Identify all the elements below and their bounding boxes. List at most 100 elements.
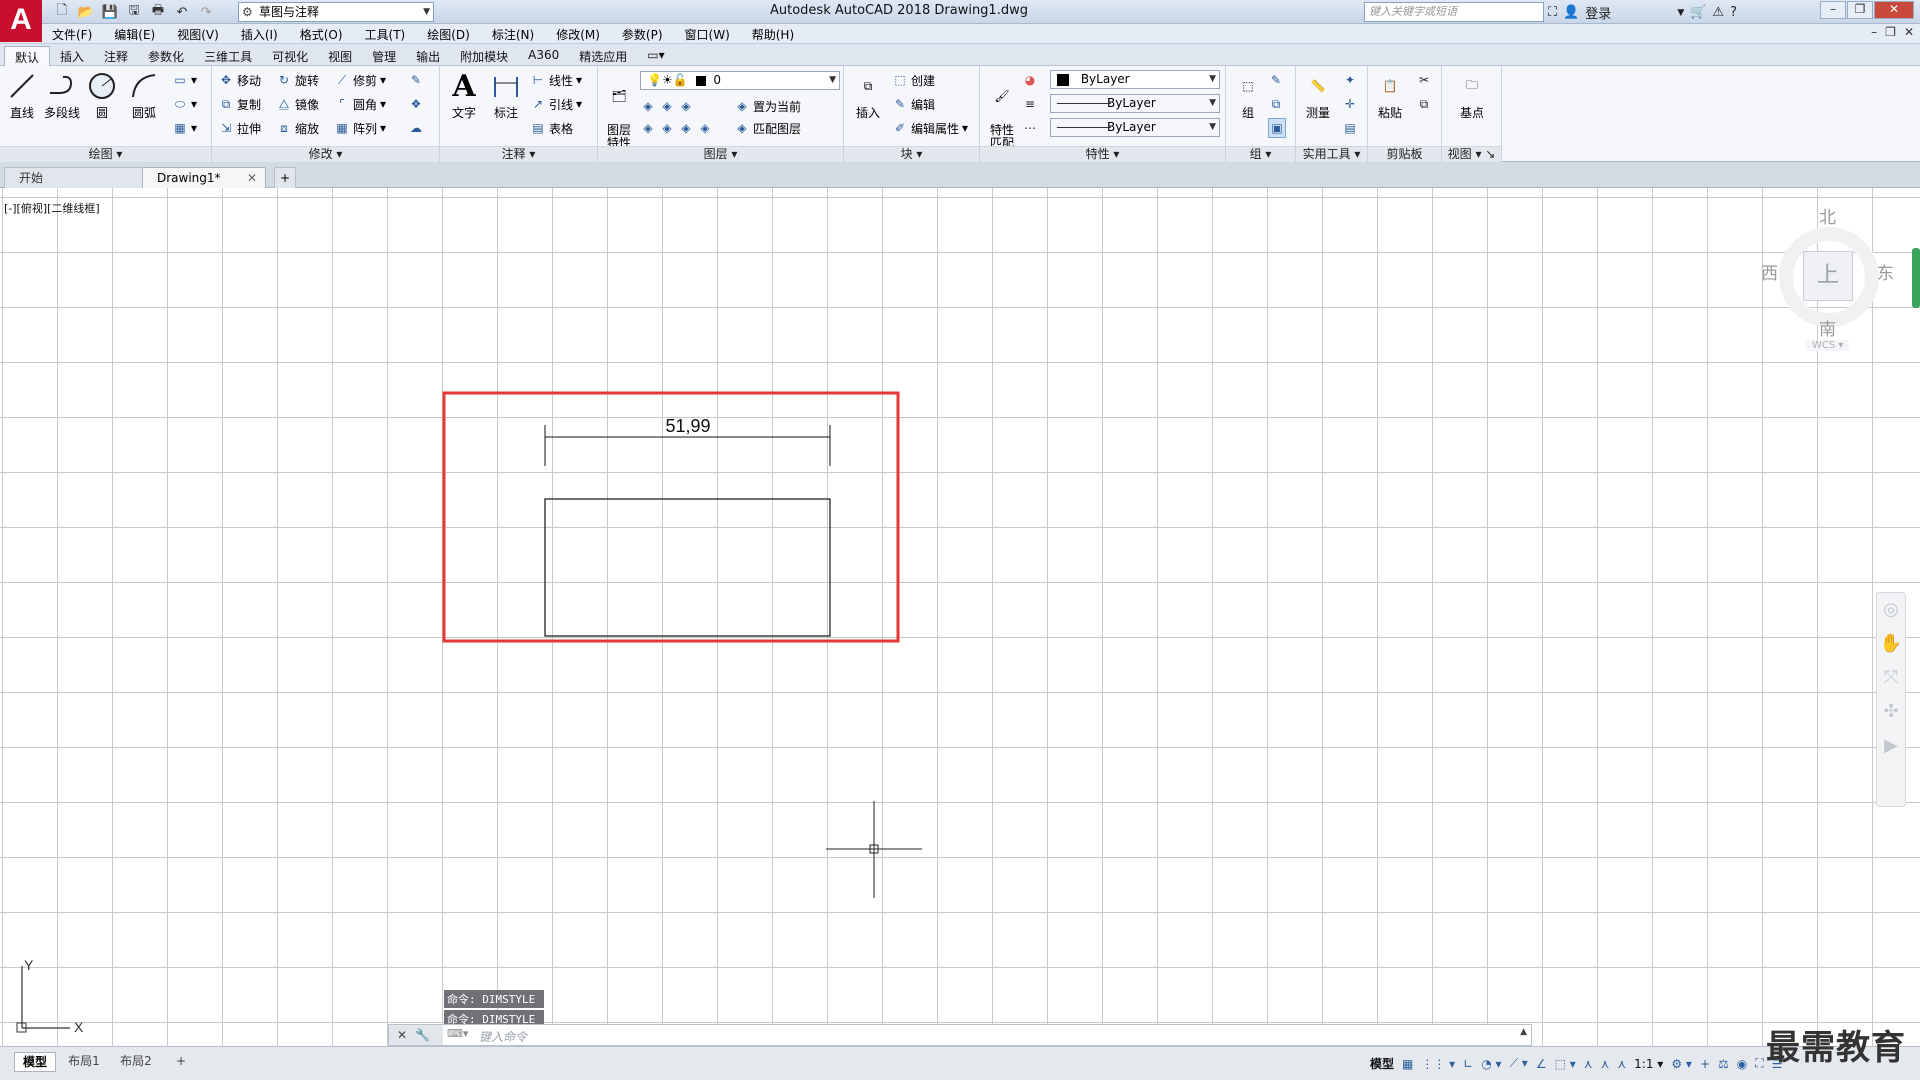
- tab-output[interactable]: 输出: [406, 46, 450, 66]
- close-button[interactable]: ✕: [1874, 1, 1914, 19]
- color-wheel-icon[interactable]: ◕: [1022, 70, 1038, 90]
- modify-panel-title[interactable]: 修改 ▾: [212, 146, 439, 162]
- dimension-button[interactable]: 标注: [486, 70, 526, 121]
- tab-addins[interactable]: 附加模块: [450, 46, 518, 66]
- customize-wrench-icon[interactable]: 🔧: [415, 1028, 430, 1042]
- tab-start[interactable]: 开始: [4, 167, 144, 188]
- snap-icon[interactable]: ⋮⋮ ▾: [1421, 1057, 1455, 1071]
- polar-icon[interactable]: ◔ ▾: [1481, 1057, 1501, 1071]
- cart-icon[interactable]: 🛒: [1690, 5, 1706, 20]
- ortho-icon[interactable]: ∟: [1463, 1057, 1473, 1071]
- doc-minimize-button[interactable]: –: [1871, 25, 1877, 39]
- tab-3d-tools[interactable]: 三维工具: [194, 46, 262, 66]
- tab-manage[interactable]: 管理: [362, 46, 406, 66]
- viewcube-top-face[interactable]: 上: [1803, 251, 1853, 301]
- object-track-icon[interactable]: ∠: [1536, 1057, 1547, 1071]
- tab-model[interactable]: 模型: [14, 1052, 56, 1072]
- doc-close-button[interactable]: ✕: [1904, 25, 1914, 39]
- linetype-select[interactable]: ByLayer ▼: [1050, 94, 1220, 113]
- units-icon[interactable]: ⚖: [1718, 1057, 1729, 1071]
- point-button[interactable]: ✛: [1342, 94, 1358, 114]
- linear-dim-button[interactable]: ⊢ 线性 ▾: [530, 70, 582, 90]
- osnap-icon[interactable]: ⬚ ▾: [1555, 1057, 1576, 1071]
- layer-tools-row1[interactable]: ◈ ◈ ◈: [640, 96, 694, 116]
- ellipse-button[interactable]: ⬭ ▾: [172, 94, 197, 114]
- calculator-button[interactable]: ▤: [1342, 118, 1358, 138]
- menu-tools[interactable]: 工具(T): [365, 26, 406, 43]
- group-select-button[interactable]: ▣: [1268, 118, 1286, 138]
- block-panel-title[interactable]: 块 ▾: [844, 146, 979, 162]
- menu-format[interactable]: 格式(O): [300, 26, 343, 43]
- tab-featured-apps[interactable]: 精选应用: [569, 46, 637, 66]
- rotate-button[interactable]: ↻ 旋转: [276, 70, 319, 90]
- scale-button[interactable]: ⧈ 缩放: [276, 118, 319, 138]
- layer-select[interactable]: 💡☀🔓 0 ▼: [640, 71, 840, 90]
- view-panel-title[interactable]: 视图 ▾ ↘: [1442, 146, 1501, 162]
- hardware-accel-icon[interactable]: ◉: [1737, 1057, 1747, 1071]
- clean-screen-icon[interactable]: ⛶: [1755, 1056, 1763, 1071]
- menu-insert[interactable]: 插入(I): [241, 26, 278, 43]
- orbit-icon[interactable]: ✣: [1877, 695, 1905, 729]
- menu-parametric[interactable]: 参数(P): [622, 26, 663, 43]
- redo-icon[interactable]: ↷: [196, 3, 216, 21]
- compass-east[interactable]: 东: [1877, 259, 1894, 284]
- compass-west[interactable]: 西: [1761, 259, 1778, 284]
- a360-icon[interactable]: ⚠: [1712, 5, 1724, 20]
- stretch-button[interactable]: ⇲ 拉伸: [218, 118, 261, 138]
- menu-view[interactable]: 视图(V): [177, 26, 219, 43]
- user-icon[interactable]: 👤: [1563, 5, 1579, 20]
- minimize-button[interactable]: –: [1820, 1, 1846, 19]
- app-logo-button[interactable]: A: [0, 0, 42, 42]
- viewcube[interactable]: 北 南 东 西 上 WCS ▾: [1755, 203, 1895, 403]
- create-block-button[interactable]: ⬚ 创建: [892, 70, 935, 90]
- compass-north[interactable]: 北: [1819, 203, 1836, 228]
- chevron-up-icon[interactable]: ▲: [1520, 1027, 1527, 1037]
- groups-panel-title[interactable]: 组 ▾: [1226, 146, 1295, 162]
- ribbon-toggle-icon[interactable]: ▭▾: [637, 46, 674, 66]
- menu-modify[interactable]: 修改(M): [556, 26, 600, 43]
- annotation-scale-icon[interactable]: ⋏: [1617, 1057, 1626, 1071]
- menu-help[interactable]: 帮助(H): [752, 26, 794, 43]
- draw-panel-title[interactable]: 绘图 ▾: [0, 146, 211, 162]
- showmotion-icon[interactable]: ▶: [1877, 729, 1905, 763]
- chevron-down-icon[interactable]: ▼: [1677, 8, 1684, 18]
- grid-icon[interactable]: ▦: [1402, 1057, 1413, 1071]
- linetype-icon[interactable]: ⋯: [1022, 118, 1038, 138]
- command-input[interactable]: 键入命令: [479, 1028, 527, 1045]
- rectangle-button[interactable]: ▭ ▾: [172, 70, 197, 90]
- line-button[interactable]: 直线: [2, 70, 42, 121]
- array-button[interactable]: ▦ 阵列 ▾: [334, 118, 386, 138]
- annotation-visibility-icon[interactable]: ⋏: [1584, 1057, 1593, 1071]
- color-select[interactable]: ByLayer ▼: [1050, 70, 1220, 89]
- new-tab-button[interactable]: +: [274, 167, 296, 188]
- menu-window[interactable]: 窗口(W): [685, 26, 730, 43]
- save-as-icon[interactable]: 🖫: [124, 3, 144, 21]
- isodraft-icon[interactable]: ⟋ ▾: [1510, 1056, 1528, 1071]
- save-icon[interactable]: 💾: [100, 3, 120, 21]
- set-current-layer-button[interactable]: ◈ 置为当前: [734, 96, 801, 116]
- edit-block-button[interactable]: ✎ 编辑: [892, 94, 935, 114]
- compass-south[interactable]: 南: [1819, 315, 1836, 340]
- move-button[interactable]: ✥ 移动: [218, 70, 261, 90]
- utilities-panel-title[interactable]: 实用工具 ▾: [1296, 146, 1367, 162]
- group-button[interactable]: ⬚ 组: [1228, 70, 1268, 121]
- maximize-button[interactable]: ❐: [1847, 1, 1873, 19]
- tab-visualize[interactable]: 可视化: [262, 46, 318, 66]
- add-layout-button[interactable]: +: [170, 1052, 192, 1072]
- drawn-rectangle[interactable]: [544, 498, 831, 637]
- open-file-icon[interactable]: 📂: [76, 3, 96, 21]
- undo-icon[interactable]: ↶: [172, 3, 192, 21]
- clipboard-panel-title[interactable]: 剪贴板: [1368, 146, 1441, 162]
- pan-icon[interactable]: ✋: [1877, 627, 1905, 661]
- menu-file[interactable]: 文件(F): [52, 26, 92, 43]
- fillet-button[interactable]: ⌜ 圆角 ▾: [334, 94, 386, 114]
- quick-select-button[interactable]: ✦: [1342, 70, 1358, 90]
- table-button[interactable]: ▤ 表格: [530, 118, 573, 138]
- tab-insert[interactable]: 插入: [50, 46, 94, 66]
- trim-button[interactable]: ⟋ 修剪 ▾: [334, 70, 386, 90]
- leader-button[interactable]: ↗ 引线 ▾: [530, 94, 582, 114]
- group-edit-button[interactable]: ✎: [1268, 70, 1284, 90]
- menu-edit[interactable]: 编辑(E): [114, 26, 155, 43]
- doc-restore-button[interactable]: ❐: [1885, 25, 1896, 39]
- lineweight-select[interactable]: ByLayer ▼: [1050, 118, 1220, 137]
